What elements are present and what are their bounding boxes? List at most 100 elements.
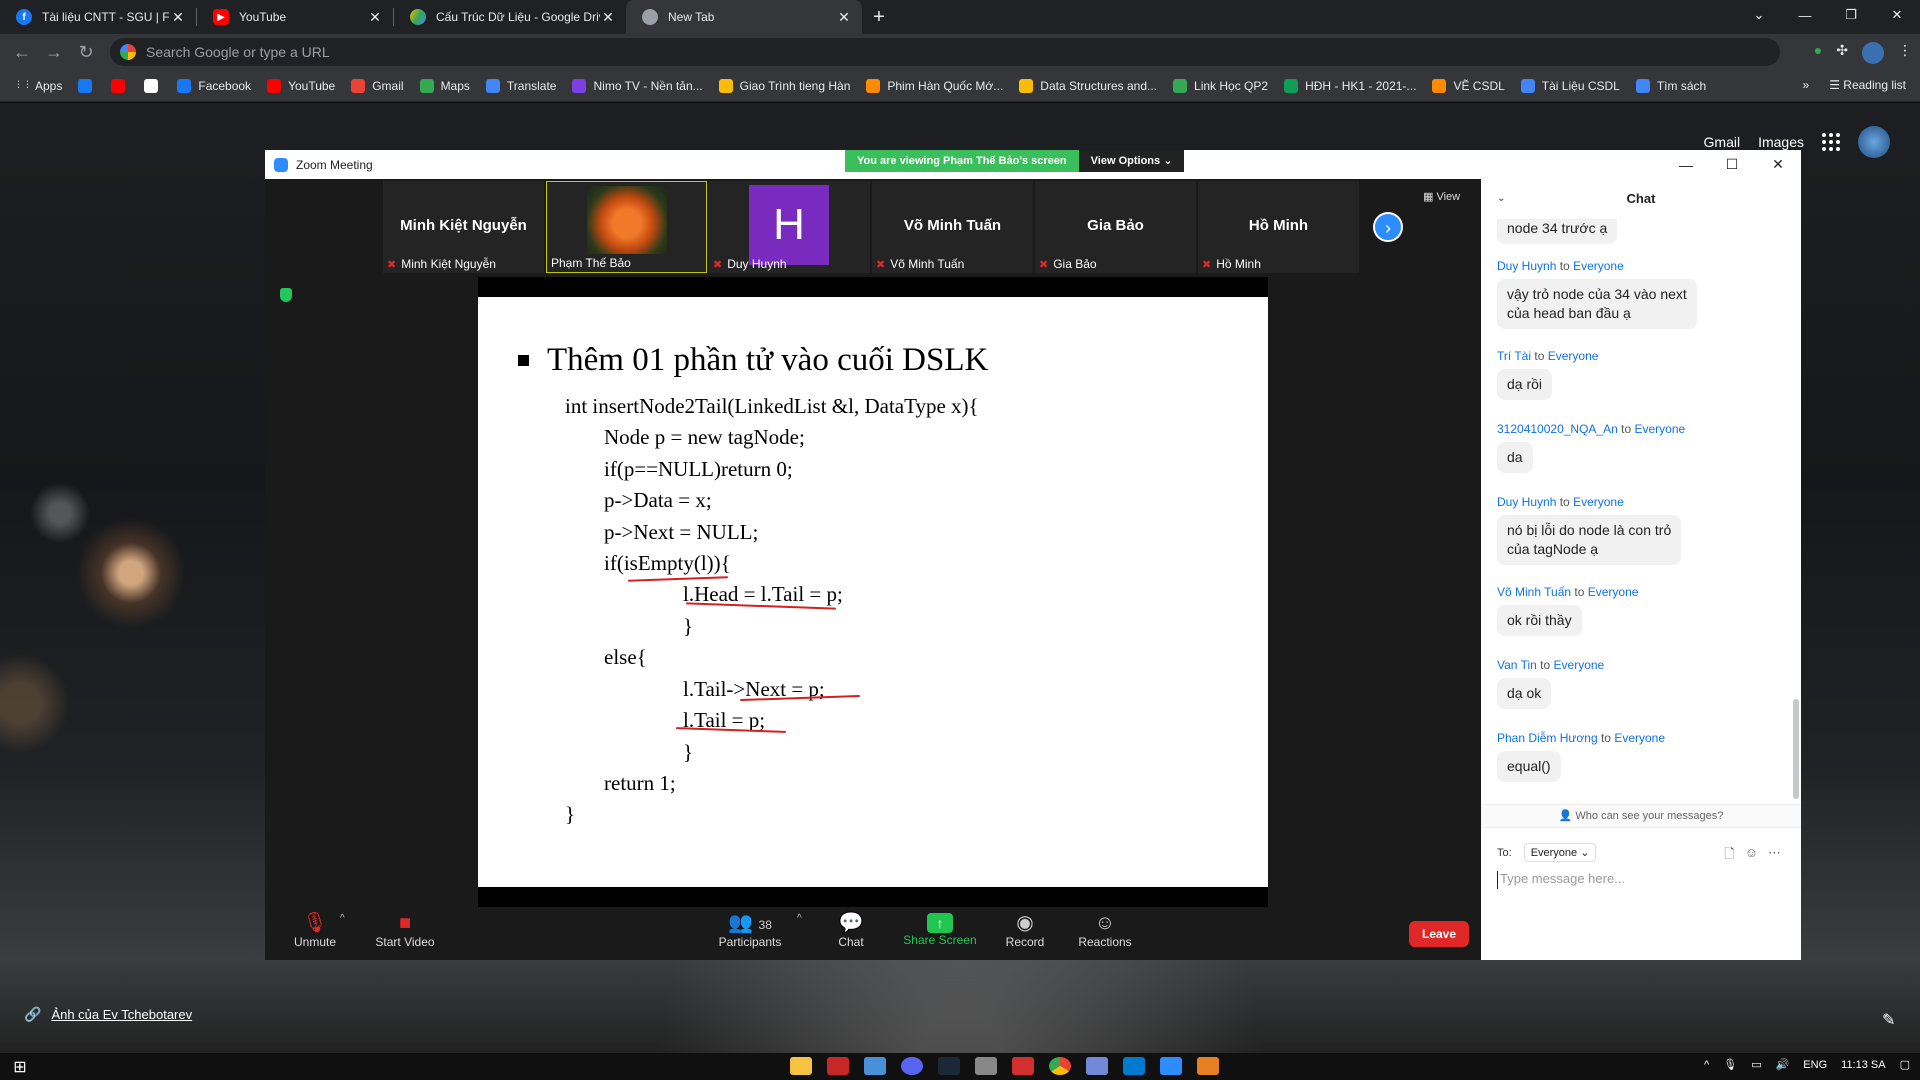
participants-caret-icon[interactable]: ^ <box>797 913 802 924</box>
leave-button[interactable]: Leave <box>1409 921 1469 947</box>
tab-search-icon[interactable]: ⌄ <box>1736 0 1782 30</box>
chevron-up-icon[interactable]: ^ <box>1704 1059 1709 1071</box>
bookmark-item[interactable]: ⋮⋮ Apps <box>14 79 62 93</box>
close-icon[interactable]: ✕ <box>170 9 186 26</box>
bookmark-item[interactable]: Link Học QP2 <box>1173 78 1268 93</box>
bookmark-item[interactable]: Tài Liệu CSDL <box>1520 78 1620 93</box>
app-icon[interactable] <box>975 1057 997 1075</box>
more-bookmarks-icon[interactable]: » <box>1803 78 1810 92</box>
bookmark-item[interactable]: Facebook <box>177 78 251 93</box>
chat-message-input[interactable]: Type message here... <box>1497 871 1787 889</box>
app-icon[interactable] <box>1197 1057 1219 1075</box>
minimize-button[interactable]: — <box>1663 150 1709 179</box>
clock[interactable]: 11:13 SA <box>1841 1059 1885 1071</box>
pencil-icon[interactable]: ✎ <box>1882 1010 1895 1030</box>
share-screen-button[interactable]: ↑ Share Screen <box>900 911 980 947</box>
bookmark-item[interactable]: Translate <box>485 78 556 93</box>
network-icon[interactable]: ▭ <box>1751 1058 1761 1071</box>
bookmark-item[interactable] <box>144 78 165 93</box>
file-explorer-icon[interactable] <box>790 1057 812 1075</box>
security-shield-icon[interactable] <box>280 288 292 302</box>
unmute-button[interactable]: 🎙 Unmute <box>287 911 343 949</box>
windows-start-icon[interactable]: ⊞ <box>0 1057 40 1077</box>
images-link[interactable]: Images <box>1758 134 1804 150</box>
forward-icon[interactable]: → <box>38 42 70 63</box>
close-icon[interactable]: ✕ <box>836 9 852 26</box>
close-icon[interactable]: ✕ <box>367 9 383 26</box>
messenger-icon[interactable] <box>1086 1057 1108 1075</box>
participant-tile-active-speaker[interactable]: Phạm Thế Bảo <box>546 181 707 273</box>
bookmark-item[interactable]: VẼ CSDL <box>1432 78 1505 93</box>
participant-tile[interactable]: H ✖ Duy Huynh <box>709 181 870 273</box>
bookmark-item[interactable]: Data Structures and... <box>1019 78 1157 93</box>
app-icon[interactable] <box>1012 1057 1034 1075</box>
reload-icon[interactable]: ↻ <box>70 42 102 63</box>
bookmark-item[interactable]: Nimo TV - Nền tản... <box>572 78 703 93</box>
gmail-link[interactable]: Gmail <box>1704 134 1741 150</box>
restore-button[interactable]: ❐ <box>1828 0 1874 30</box>
microphone-icon[interactable]: 🎙 <box>1723 1058 1737 1071</box>
participant-tile[interactable]: Võ Minh Tuấn ✖ Võ Minh Tuấn <box>872 181 1033 273</box>
volume-icon[interactable]: 🔊 <box>1776 1058 1790 1071</box>
extension-icon[interactable]: ● <box>1814 42 1822 64</box>
bookmark-item[interactable]: Giao Trình tieng Hàn <box>718 78 850 93</box>
reading-list-button[interactable]: ☰ Reading list <box>1829 78 1906 92</box>
participant-tile[interactable]: Gia Bảo ✖ Gia Bảo <box>1035 181 1196 273</box>
bookmark-item[interactable]: YouTube <box>267 78 335 93</box>
tab-google-drive[interactable]: Cấu Trúc Dữ Liệu - Google Drive ✕ <box>394 0 626 34</box>
participant-tile[interactable]: Hồ Minh ✖ Hồ Minh <box>1198 181 1359 273</box>
chevron-down-icon[interactable]: ⌄ <box>1497 193 1505 204</box>
participants-button[interactable]: 👥 38 Participants <box>715 911 785 949</box>
muted-mic-icon: ✖ <box>1039 258 1049 271</box>
chat-button[interactable]: 💬 Chat <box>831 911 871 949</box>
app-icon[interactable] <box>864 1057 886 1075</box>
more-icon[interactable]: ⋯ <box>1768 845 1781 867</box>
notification-icon[interactable]: ▢ <box>1900 1058 1910 1071</box>
participant-tile[interactable]: Minh Kiệt Nguyễn ✖ Minh Kiệt Nguyễn <box>383 181 544 273</box>
app-icon[interactable] <box>827 1057 849 1075</box>
minimize-button[interactable]: — <box>1782 0 1828 30</box>
view-button[interactable]: ▦ View <box>1423 190 1460 203</box>
bookmark-item[interactable]: Tìm sách <box>1635 78 1706 93</box>
zoom-icon[interactable] <box>1160 1057 1182 1075</box>
photo-credit-link[interactable]: 🔗 Ảnh của Ev Tchebotarev <box>24 1006 192 1023</box>
back-icon[interactable]: ← <box>6 42 38 63</box>
bookmark-item[interactable] <box>78 78 99 93</box>
bookmark-item[interactable]: HĐH - HK1 - 2021-... <box>1284 78 1416 93</box>
who-can-see-link[interactable]: 👤 Who can see your messages? <box>1481 804 1801 828</box>
bookmark-icon <box>1284 78 1299 93</box>
chrome-icon[interactable] <box>1049 1057 1071 1075</box>
tab-new-tab[interactable]: New Tab ✕ <box>626 0 862 34</box>
file-icon[interactable]: 🗋 <box>1724 845 1734 867</box>
gallery-next-icon[interactable]: › <box>1373 212 1403 242</box>
close-button[interactable]: ✕ <box>1755 150 1801 179</box>
steam-icon[interactable] <box>938 1057 960 1075</box>
chat-scrollbar[interactable] <box>1793 699 1799 799</box>
tab-facebook[interactable]: f Tài liệu CNTT - SGU | Facebook ✕ <box>0 0 196 34</box>
audio-options-caret-icon[interactable]: ^ <box>340 913 345 924</box>
bookmark-item[interactable] <box>111 78 132 93</box>
omnibox[interactable]: Search Google or type a URL <box>110 38 1780 66</box>
tab-youtube[interactable]: ▶ YouTube ✕ <box>197 0 393 34</box>
emoji-icon[interactable]: ☺ <box>1745 845 1758 867</box>
language-indicator[interactable]: ENG <box>1803 1059 1827 1071</box>
puzzle-icon[interactable]: ✣ <box>1836 42 1848 64</box>
maximize-button[interactable]: ☐ <box>1709 150 1755 179</box>
bookmark-item[interactable]: Maps <box>419 78 470 93</box>
start-video-button[interactable]: ■ Start Video <box>370 911 440 949</box>
record-button[interactable]: ◉ Record <box>1000 911 1050 949</box>
reactions-button[interactable]: ☺ Reactions <box>1075 911 1135 949</box>
bookmark-item[interactable]: Gmail <box>351 78 404 93</box>
bookmark-item[interactable]: Phim Hàn Quốc Mớ... <box>866 78 1003 93</box>
close-window-button[interactable]: ✕ <box>1874 0 1920 30</box>
profile-avatar[interactable] <box>1862 42 1884 64</box>
close-icon[interactable]: ✕ <box>600 9 616 26</box>
kebab-menu-icon[interactable]: ⋮ <box>1898 42 1912 64</box>
recipient-dropdown[interactable]: Everyone ⌄ <box>1523 843 1597 862</box>
discord-icon[interactable] <box>901 1057 923 1075</box>
apps-grid-icon[interactable] <box>1822 133 1840 151</box>
view-options-button[interactable]: View Options ⌄ <box>1078 150 1185 172</box>
new-tab-button[interactable]: + <box>862 0 896 34</box>
google-avatar[interactable] <box>1858 126 1890 158</box>
vscode-icon[interactable] <box>1123 1057 1145 1075</box>
